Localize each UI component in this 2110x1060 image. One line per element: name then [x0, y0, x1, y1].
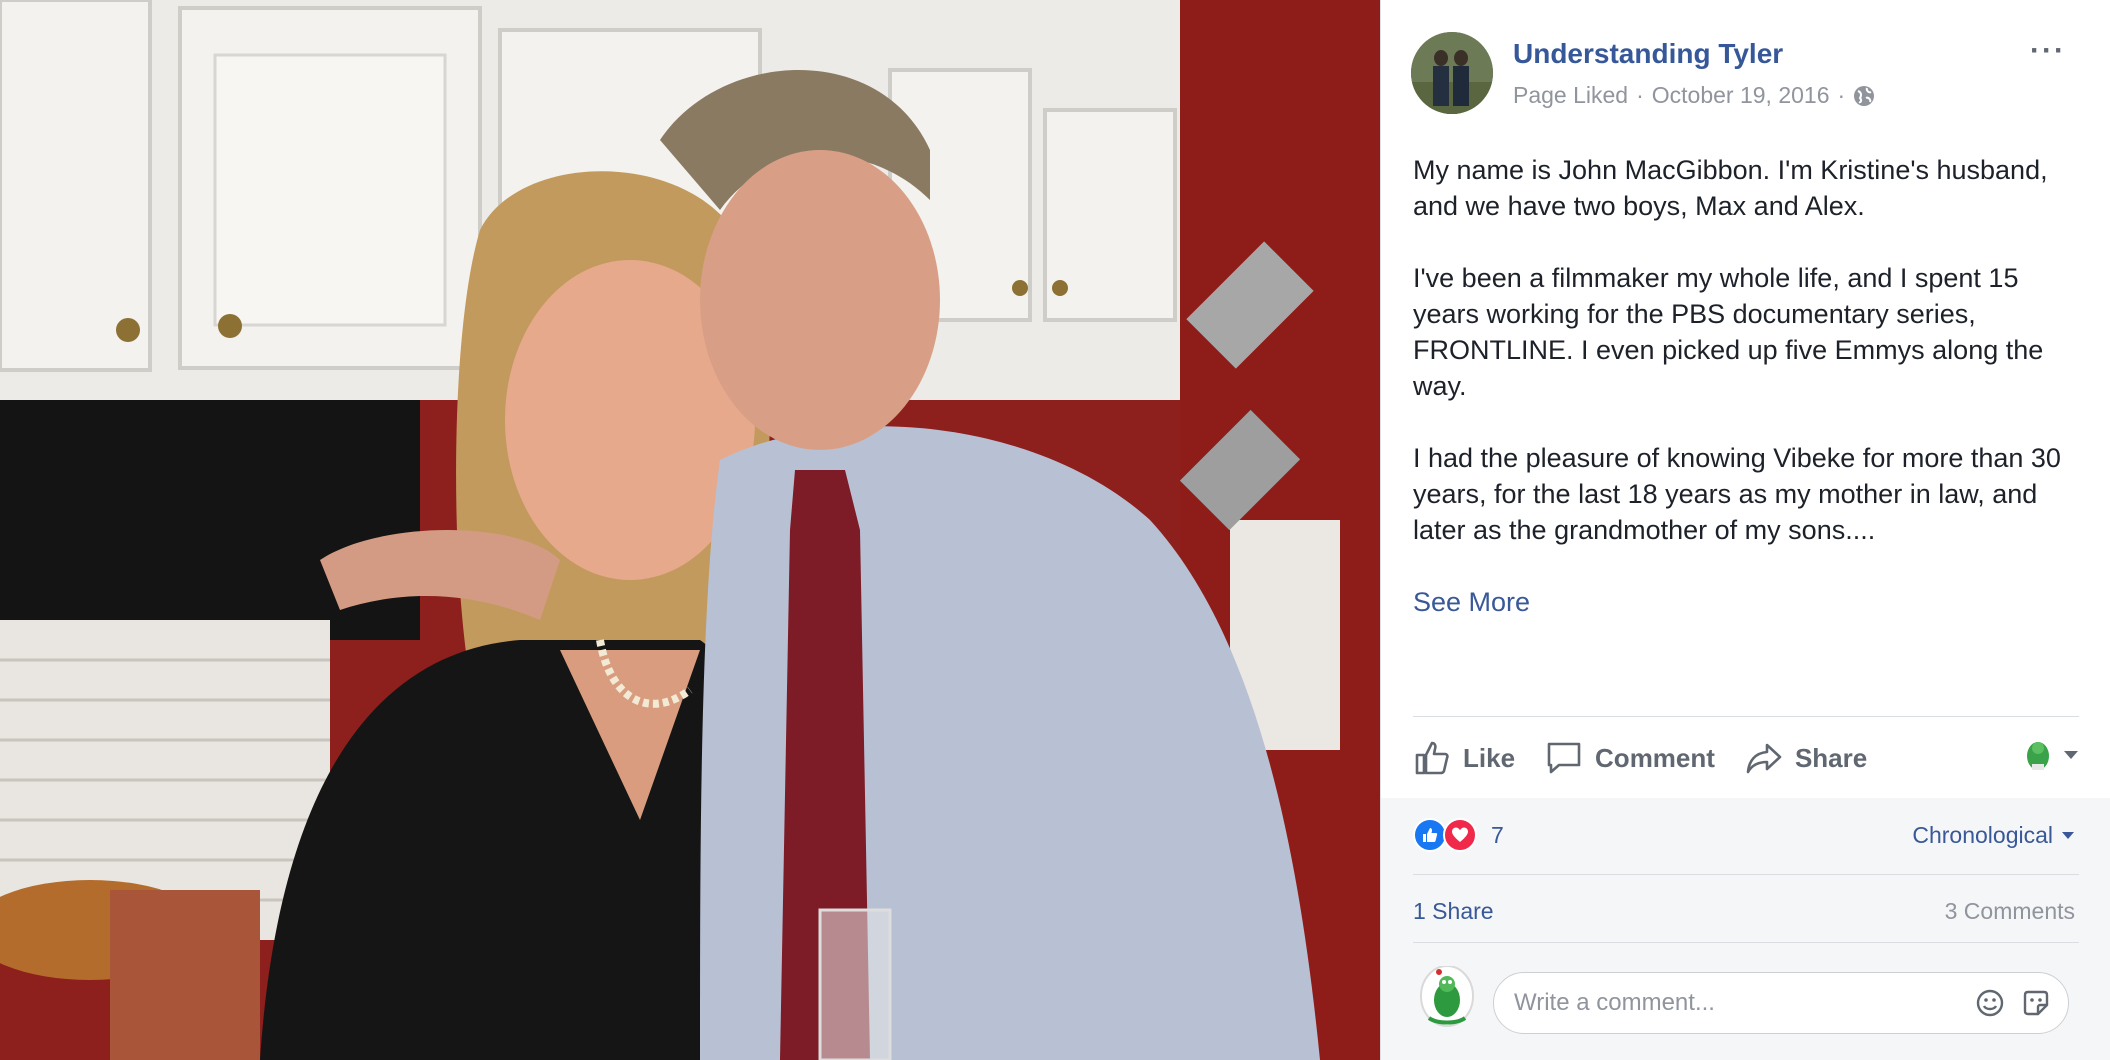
post-panel: Understanding Tyler Page Liked · October…: [1380, 0, 2110, 1060]
share-label: Share: [1794, 742, 1868, 773]
like-icon: [1415, 741, 1449, 775]
actions-divider: [1413, 716, 2079, 717]
meta-separator-2: ·: [1837, 82, 1846, 108]
post-actions: Like Comment Share: [1413, 718, 2079, 798]
meta-separator: ·: [1636, 82, 1644, 108]
post-footer: 7 Chronological 1 Share 3 Comments: [1381, 798, 2110, 1060]
page-mascot-icon: [2027, 742, 2049, 770]
avatar-image: [1411, 32, 1493, 114]
photo-viewer: Understanding Tyler Page Liked · October…: [0, 0, 2110, 1060]
post-photo[interactable]: [0, 0, 1380, 1060]
shares-link[interactable]: 1 Share: [1413, 898, 1494, 925]
chevron-down-icon: [2064, 751, 2078, 759]
stats-divider: [1413, 874, 2079, 875]
photo-illustration: [0, 0, 1380, 1060]
post-paragraph-1: My name is John MacGibbon. I'm Kristine'…: [1413, 155, 2048, 221]
post-date[interactable]: October 19, 2016: [1652, 82, 1830, 109]
globe-icon[interactable]: [1853, 85, 1875, 107]
chevron-down-icon: [2062, 832, 2074, 839]
post-as-selector[interactable]: [2023, 738, 2079, 772]
page-avatar[interactable]: [1411, 32, 1493, 114]
love-reaction-icon: [1443, 818, 1477, 852]
post-options-button[interactable]: ···: [2030, 34, 2066, 68]
reactions-summary[interactable]: 7: [1413, 818, 1504, 852]
commenter-avatar[interactable]: [1419, 965, 1475, 1032]
see-more-link[interactable]: See More: [1413, 584, 1530, 620]
comment-icon: [1547, 742, 1581, 774]
sort-label: Chronological: [1912, 822, 2053, 848]
post-text: My name is John MacGibbon. I'm Kristine'…: [1413, 152, 2078, 620]
comments-count-link[interactable]: 3 Comments: [1945, 898, 2075, 925]
post-paragraph-3: I had the pleasure of knowing Vibeke for…: [1413, 443, 2061, 545]
post-paragraph-2: I've been a filmmaker my whole life, and…: [1413, 263, 2044, 401]
emoji-icon[interactable]: [1974, 987, 2006, 1019]
reaction-count: 7: [1491, 821, 1504, 848]
share-button[interactable]: Share: [1745, 739, 1867, 777]
page-name-link[interactable]: Understanding Tyler: [1513, 38, 1783, 70]
comment-input[interactable]: [1512, 988, 1960, 1018]
comment-composer[interactable]: [1493, 972, 2069, 1034]
like-button[interactable]: Like: [1413, 739, 1515, 777]
like-reaction-icon: [1413, 818, 1447, 852]
share-icon: [1746, 743, 1782, 774]
comment-label: Comment: [1595, 742, 1715, 773]
sticker-icon[interactable]: [2020, 987, 2052, 1019]
composer-divider: [1413, 942, 2079, 943]
post-meta: Page Liked · October 19, 2016 ·: [1513, 82, 1875, 109]
page-liked-status: Page Liked: [1513, 82, 1629, 108]
comment-button[interactable]: Comment: [1545, 739, 1715, 777]
comment-sort-dropdown[interactable]: Chronological: [1912, 822, 2075, 849]
commenter-mascot-image: [1420, 965, 1474, 1027]
like-label: Like: [1463, 742, 1516, 773]
